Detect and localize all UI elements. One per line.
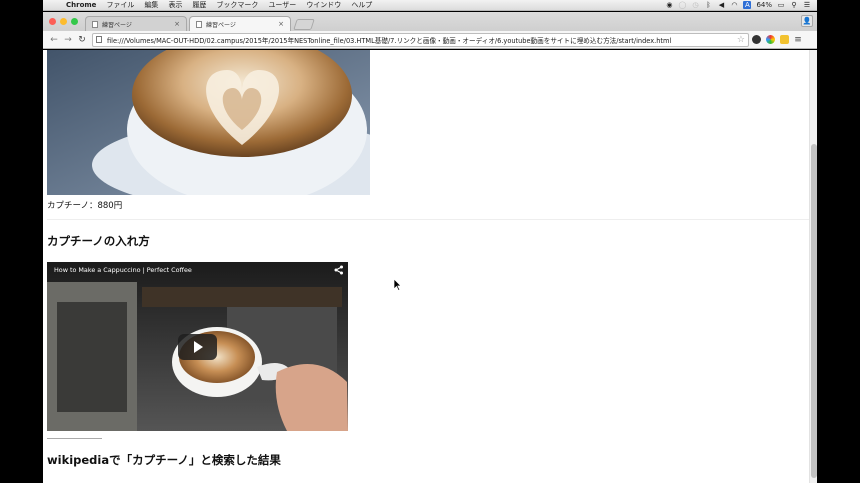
minimize-window-button[interactable] xyxy=(60,18,67,25)
close-tab-icon[interactable]: × xyxy=(278,20,284,28)
extension-yellow-icon[interactable] xyxy=(777,33,791,47)
page-icon xyxy=(96,36,102,43)
wifi-icon[interactable]: ◠ xyxy=(730,1,738,9)
page-icon xyxy=(196,20,202,28)
extension-color-icon[interactable] xyxy=(763,33,777,47)
cappuccino-image xyxy=(47,50,370,195)
page-viewport: カプチーノ：880円 カプチーノの入れ方 How to Make a Cappu… xyxy=(43,50,817,483)
mac-menu-bar: Chrome ファイル 編集 表示 履歴 ブックマーク ユーザー ウインドウ ヘ… xyxy=(43,0,817,11)
tab-title: 練習ページ xyxy=(206,21,236,29)
address-bar[interactable]: file:///Volumes/MAC-OUT-HDD/02.campus/20… xyxy=(92,32,749,47)
back-icon[interactable]: ← xyxy=(47,35,61,45)
bookmark-star-icon[interactable]: ☆ xyxy=(737,35,748,45)
zoom-window-button[interactable] xyxy=(71,18,78,25)
menu-history[interactable]: 履歴 xyxy=(187,0,211,10)
menu-help[interactable]: ヘルプ xyxy=(346,0,377,10)
scrollbar-thumb[interactable] xyxy=(811,144,817,478)
tab-1[interactable]: 練習ページ × xyxy=(85,16,187,31)
battery-icon[interactable]: ▭ xyxy=(777,1,785,9)
mouse-cursor-icon xyxy=(394,279,402,291)
input-method-icon[interactable]: A xyxy=(743,1,752,9)
vertical-scrollbar[interactable] xyxy=(809,50,817,483)
status-area: ◉ ◯ ◷ ᛒ ◀ ◠ A 64% ▭ ⚲ ☰ xyxy=(665,1,817,9)
chrome-menu-icon[interactable]: ≡ xyxy=(791,33,805,47)
window-controls xyxy=(49,18,78,25)
close-window-button[interactable] xyxy=(49,18,56,25)
video-title[interactable]: How to Make a Cappuccino | Perfect Coffe… xyxy=(54,266,192,274)
screen: Chrome ファイル 編集 表示 履歴 ブックマーク ユーザー ウインドウ ヘ… xyxy=(0,0,860,483)
short-divider xyxy=(47,438,102,439)
forward-icon[interactable]: → xyxy=(61,35,75,45)
heading-wikipedia-results: wikipediaで「カプチーノ」と検索した結果 xyxy=(47,453,281,467)
tab-title: 練習ページ xyxy=(102,21,132,29)
record-icon[interactable]: ◉ xyxy=(665,1,673,9)
close-tab-icon[interactable]: × xyxy=(174,20,180,28)
menu-file[interactable]: ファイル xyxy=(101,0,139,10)
heading-how-to-brew: カプチーノの入れ方 xyxy=(47,234,150,248)
share-icon[interactable] xyxy=(334,265,344,275)
menu-bookmarks[interactable]: ブックマーク xyxy=(211,0,263,10)
play-button[interactable] xyxy=(178,334,217,360)
menu-window[interactable]: ウインドウ xyxy=(301,0,346,10)
image-caption: カプチーノ：880円 xyxy=(47,201,123,211)
menu-edit[interactable]: 編集 xyxy=(139,0,163,10)
battery-percent[interactable]: 64% xyxy=(756,1,772,9)
browser-toolbar: ← → ↻ file:///Volumes/MAC-OUT-HDD/02.cam… xyxy=(43,31,817,49)
extension-dark-icon[interactable] xyxy=(749,33,763,47)
menu-user[interactable]: ユーザー xyxy=(263,0,301,10)
spotlight-search-icon[interactable]: ⚲ xyxy=(790,1,798,9)
menu-view[interactable]: 表示 xyxy=(163,0,187,10)
page-icon xyxy=(92,20,98,28)
volume-icon[interactable]: ◀ xyxy=(717,1,725,9)
circle-icon[interactable]: ◯ xyxy=(678,1,687,9)
bluetooth-icon[interactable]: ᛒ xyxy=(704,1,712,9)
url-text: file:///Volumes/MAC-OUT-HDD/02.campus/20… xyxy=(107,36,672,45)
play-icon xyxy=(194,341,203,353)
youtube-embed[interactable]: How to Make a Cappuccino | Perfect Coffe… xyxy=(47,262,348,431)
tab-2-active[interactable]: 練習ページ × xyxy=(189,16,291,31)
reload-icon[interactable]: ↻ xyxy=(75,35,89,45)
time-machine-icon[interactable]: ◷ xyxy=(691,1,699,9)
new-tab-button[interactable] xyxy=(293,19,315,30)
menu-app-chrome[interactable]: Chrome xyxy=(61,1,101,9)
divider xyxy=(47,219,811,220)
profile-icon[interactable]: 👤 xyxy=(801,15,813,27)
notification-center-icon[interactable]: ☰ xyxy=(803,1,811,9)
tab-strip: 練習ページ × 練習ページ × 👤 xyxy=(43,12,817,31)
